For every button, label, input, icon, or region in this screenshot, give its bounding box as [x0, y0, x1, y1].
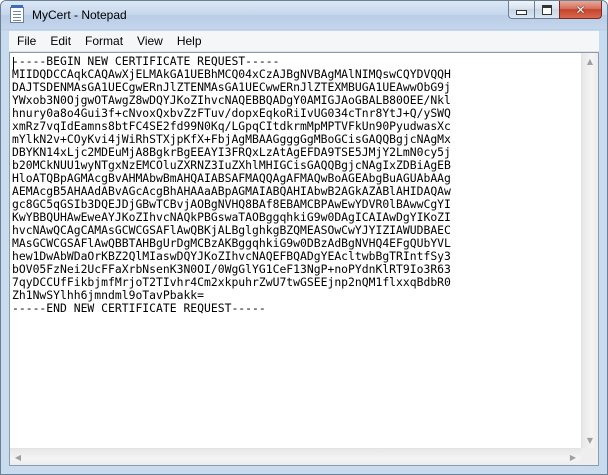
menu-bar: File Edit Format View Help: [9, 31, 599, 52]
notepad-app-icon[interactable]: [10, 5, 24, 23]
notepad-window: MyCert - Notepad ✕ File Edit Format View…: [0, 0, 608, 475]
maximize-button[interactable]: [534, 1, 559, 19]
menu-edit[interactable]: Edit: [43, 34, 78, 48]
caption-buttons: ✕: [508, 1, 602, 20]
menu-format[interactable]: Format: [78, 34, 130, 48]
text-editor[interactable]: -----BEGIN NEW CERTIFICATE REQUEST----- M…: [9, 52, 599, 466]
text-caret: [13, 57, 14, 70]
menu-help[interactable]: Help: [170, 34, 209, 48]
vertical-scrollbar[interactable]: ▲ ▼: [581, 53, 598, 448]
menu-file[interactable]: File: [9, 34, 43, 48]
scroll-left-icon[interactable]: ◀: [10, 449, 26, 465]
text-line: -----END NEW CERTIFICATE REQUEST-----: [12, 301, 266, 315]
scroll-up-icon[interactable]: ▲: [582, 53, 598, 69]
window-title: MyCert - Notepad: [32, 8, 127, 22]
minimize-button[interactable]: [508, 1, 534, 19]
minimize-icon: [516, 10, 527, 15]
horizontal-scrollbar[interactable]: ◀ ▶: [10, 448, 581, 465]
scroll-down-icon[interactable]: ▼: [582, 432, 598, 448]
document-text[interactable]: -----BEGIN NEW CERTIFICATE REQUEST----- M…: [12, 55, 578, 446]
title-bar[interactable]: MyCert - Notepad ✕: [1, 1, 607, 29]
close-icon: ✕: [575, 2, 586, 17]
menu-view[interactable]: View: [130, 34, 170, 48]
maximize-icon: [542, 4, 552, 15]
scroll-right-icon[interactable]: ▶: [565, 449, 581, 465]
close-button[interactable]: ✕: [559, 1, 602, 19]
scrollbar-corner: [581, 448, 598, 465]
